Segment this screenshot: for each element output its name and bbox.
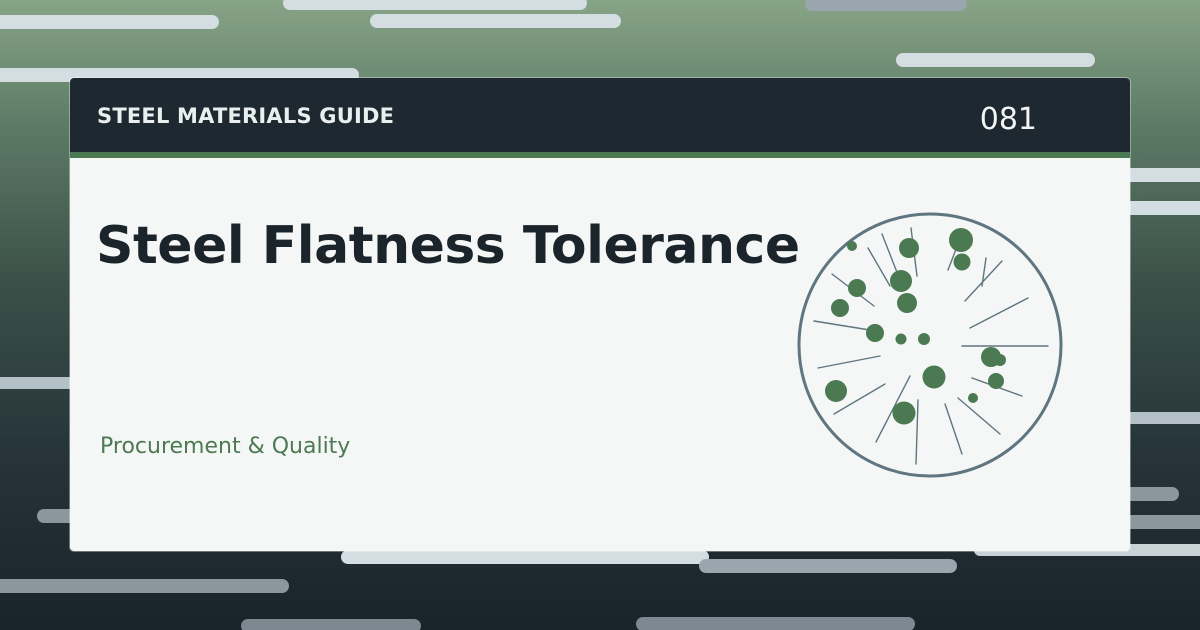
steel-grain-circle-icon	[797, 212, 1063, 478]
category-label: Procurement & Quality	[100, 434, 351, 459]
cover-card: STEEL MATERIALS GUIDE 081 Steel Flatness…	[70, 78, 1130, 551]
series-title: STEEL MATERIALS GUIDE	[97, 104, 395, 128]
page-title: Steel Flatness Tolerance	[96, 216, 800, 276]
card-header: STEEL MATERIALS GUIDE 081	[70, 78, 1130, 158]
issue-number: 081	[979, 102, 1037, 137]
